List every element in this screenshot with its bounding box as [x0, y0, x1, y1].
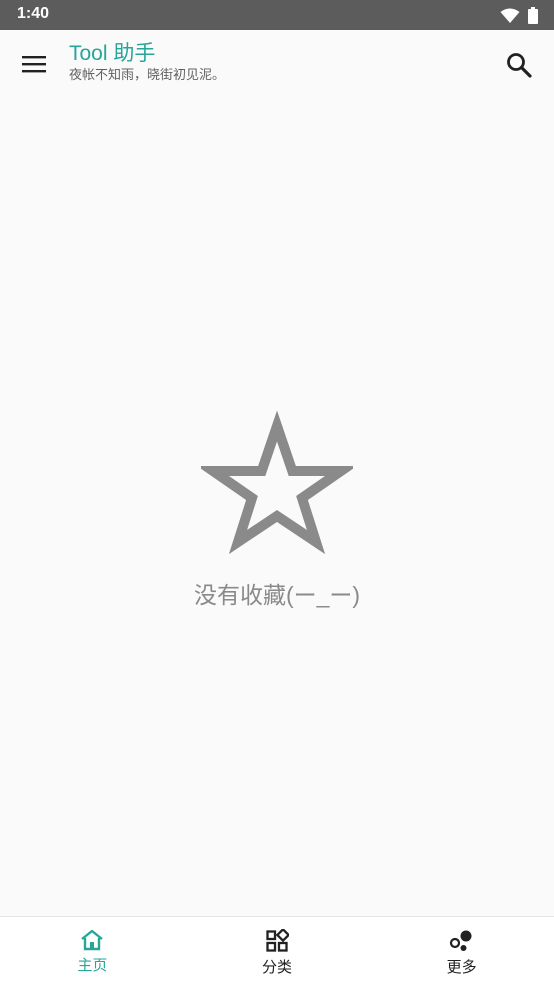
- status-time: 1:40: [17, 5, 50, 22]
- more-bubbles-icon: [449, 930, 472, 951]
- search-icon: [507, 53, 532, 78]
- status-bar: 1:40: [0, 0, 554, 30]
- app-subtitle: 夜帐不知雨，晓街初见泥。: [69, 68, 226, 83]
- empty-message: 没有收藏(ー_ー): [193, 582, 361, 608]
- title-block: Tool 助手 夜帐不知雨，晓街初见泥。: [69, 42, 225, 85]
- category-icon: [266, 929, 289, 952]
- nav-label-category: 分类: [262, 958, 293, 976]
- bottom-nav: 主页 分类 更多: [0, 916, 554, 987]
- menu-button[interactable]: [14, 50, 54, 80]
- battery-icon: [528, 7, 538, 24]
- empty-state: 没有收藏(ー_ー): [0, 410, 554, 610]
- nav-item-category[interactable]: 分类: [185, 917, 370, 987]
- app-title: Tool 助手: [69, 42, 156, 65]
- app-bar: Tool 助手 夜帐不知雨，晓街初见泥。: [0, 30, 554, 100]
- search-button[interactable]: [504, 50, 534, 80]
- nav-label-home: 主页: [77, 956, 108, 974]
- home-icon: [81, 929, 104, 951]
- star-outline-icon: [201, 410, 353, 555]
- wifi-icon: [500, 8, 520, 23]
- nav-label-more: 更多: [446, 958, 477, 976]
- nav-item-home[interactable]: 主页: [0, 917, 185, 987]
- menu-icon: [22, 56, 46, 73]
- status-icons: [500, 7, 538, 24]
- nav-item-more[interactable]: 更多: [369, 917, 554, 987]
